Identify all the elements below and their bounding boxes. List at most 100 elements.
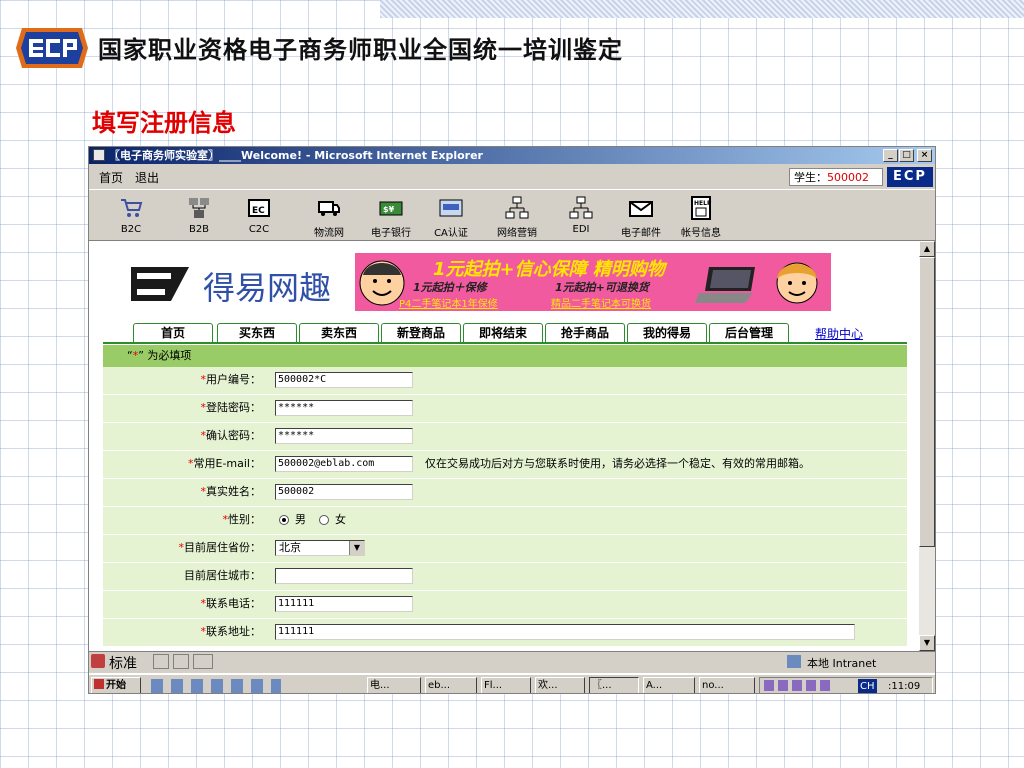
taskbar-item-3[interactable]: Fl...: [481, 677, 531, 693]
keyboard-icon[interactable]: [193, 654, 213, 669]
certificate-icon: [439, 199, 463, 217]
nav-tab-hot[interactable]: 抢手商品: [545, 323, 625, 342]
mail-icon: [629, 201, 653, 217]
toolbar-label: C2C: [248, 224, 270, 235]
status-bar: 标准 本地 Intranet: [89, 651, 935, 672]
system-tray: CH :11:09: [759, 677, 933, 693]
row-email: *常用E-mail： 500002@eblab.com 仅在交易成功后对方与您联…: [103, 451, 907, 479]
banner-link-1[interactable]: P4二手笔记本1年保修: [399, 295, 498, 310]
toolbar-label: B2B: [188, 224, 210, 235]
nav-tab-admin[interactable]: 后台管理: [709, 323, 789, 342]
toolbar-b2b[interactable]: B2B: [171, 194, 227, 238]
lang-indicator[interactable]: CH: [858, 679, 877, 693]
nav-divider: [103, 342, 907, 344]
site-logo[interactable]: 得易网趣: [131, 261, 331, 307]
taskbar-item-2[interactable]: eb...: [425, 677, 477, 693]
address-field[interactable]: 111111: [275, 624, 855, 640]
nav-tab-new[interactable]: 新登商品: [381, 323, 461, 342]
close-button[interactable]: ×: [917, 149, 932, 162]
vertical-scrollbar[interactable]: ▲ ▼: [919, 241, 935, 651]
clock: :11:09: [888, 681, 921, 692]
label-gender: *性别：: [103, 507, 267, 534]
user-id-field[interactable]: 500002*C: [275, 372, 413, 388]
ime-mode[interactable]: 标准: [109, 653, 137, 673]
city-field[interactable]: [275, 568, 413, 584]
toolbar-c2c[interactable]: EC C2C: [231, 194, 287, 238]
password-field[interactable]: ******: [275, 400, 413, 416]
punctuation-icon[interactable]: [173, 654, 189, 669]
taskbar-item-5[interactable]: 〖...: [589, 677, 639, 693]
toolbar-ca[interactable]: CA认证: [423, 194, 479, 239]
nav-tab-buy[interactable]: 买东西: [217, 323, 297, 342]
email-field[interactable]: 500002@eblab.com: [275, 456, 413, 472]
chevron-down-icon[interactable]: ▼: [349, 541, 364, 555]
label-text: 登陆密码：: [206, 401, 261, 414]
email-note: 仅在交易成功后对方与您联系时使用，请务必选择一个稳定、有效的常用邮箱。: [425, 457, 810, 470]
toolbar-email[interactable]: 电子邮件: [613, 194, 669, 239]
phone-field[interactable]: 111111: [275, 596, 413, 612]
nav-tab-sell[interactable]: 卖东西: [299, 323, 379, 342]
toolbar-b2c[interactable]: B2C: [103, 194, 159, 238]
banner-link-2[interactable]: 精品二手笔记本可换货: [551, 295, 651, 310]
province-select[interactable]: 北京 ▼: [275, 540, 365, 556]
label-province: *目前居住省份：: [103, 535, 267, 562]
row-province: *目前居住省份： 北京 ▼: [103, 535, 907, 563]
menu-home[interactable]: 首页: [99, 169, 123, 186]
moon-icon[interactable]: [153, 654, 169, 669]
windows-taskbar: 开始 电... eb... Fl... 欢... 〖... A... no...…: [89, 673, 935, 693]
label-text: 联系电话：: [206, 597, 261, 610]
toolbar-ebank[interactable]: $¥ 电子银行: [363, 194, 419, 239]
tray-icons[interactable]: [764, 680, 834, 691]
required-note-bar: “*” 为必填项: [103, 345, 907, 367]
required-note-suffix: ” 为必填项: [138, 349, 192, 362]
minimize-button[interactable]: _: [883, 149, 898, 162]
label-confirm-password: *确认密码：: [103, 423, 267, 450]
intranet-icon: [787, 655, 801, 668]
toolbar-marketing[interactable]: 网络营销: [489, 194, 545, 239]
gender-male-radio[interactable]: [279, 515, 289, 525]
maximize-button[interactable]: □: [899, 149, 914, 162]
taskbar-item-1[interactable]: 电...: [367, 677, 421, 693]
gender-female-radio[interactable]: [319, 515, 329, 525]
scroll-thumb[interactable]: [919, 257, 935, 547]
row-confirm-password: *确认密码： ******: [103, 423, 907, 451]
row-city: 目前居住城市：: [103, 563, 907, 591]
label-phone: *联系电话：: [103, 591, 267, 618]
label-text: 联系地址：: [206, 625, 261, 638]
row-address: *联系地址： 111111: [103, 619, 907, 647]
ecp-logo: [16, 28, 88, 68]
svg-text:EC: EC: [252, 206, 265, 216]
svg-text:$¥: $¥: [383, 205, 395, 214]
cartoon-girl-icon: [776, 262, 818, 304]
help-center-link[interactable]: 帮助中心: [815, 325, 863, 342]
nav-tab-home[interactable]: 首页: [133, 323, 213, 342]
toolbar-edi[interactable]: EDI: [553, 194, 609, 238]
taskbar-item-7[interactable]: no...: [699, 677, 755, 693]
real-name-field[interactable]: 500002: [275, 484, 413, 500]
label-text: 常用E-mail：: [193, 457, 262, 470]
registration-form: *用户编号： 500002*C *登陆密码： ****** *确认密码： ***…: [103, 367, 907, 647]
menu-logout[interactable]: 退出: [135, 169, 159, 186]
hierarchy-icon: [505, 196, 529, 219]
label-real-name: *真实姓名：: [103, 479, 267, 506]
toolbar-label: EDI: [572, 224, 590, 235]
gender-male-label: 男: [295, 513, 306, 526]
ecp-badge: ECP: [887, 167, 933, 187]
nav-tab-mine[interactable]: 我的得易: [627, 323, 707, 342]
module-toolbar: B2C B2B EC C2C 物流网 $¥ 电子银行 CA认证 网络营销 EDI…: [89, 189, 935, 241]
quick-launch-icons[interactable]: [151, 679, 281, 693]
scroll-up-icon[interactable]: ▲: [919, 241, 935, 257]
toolbar-logistics[interactable]: 物流网: [301, 194, 357, 239]
label-text: 目前居住省份：: [184, 541, 261, 554]
taskbar-item-6[interactable]: A...: [643, 677, 695, 693]
scroll-down-icon[interactable]: ▼: [919, 635, 935, 651]
taskbar-item-4[interactable]: 欢...: [535, 677, 585, 693]
promo-banner[interactable]: 1元起拍+信心保障 精明购物 1元起拍＋保修 1元起拍+可退换货 P4二手笔记本…: [355, 253, 831, 311]
start-button[interactable]: 开始: [91, 677, 141, 693]
laptop-icon: [695, 267, 755, 303]
nav-tab-ending[interactable]: 即将结束: [463, 323, 543, 342]
site-logo-text: 得易网趣: [203, 269, 332, 307]
confirm-password-field[interactable]: ******: [275, 428, 413, 444]
row-real-name: *真实姓名： 500002: [103, 479, 907, 507]
toolbar-account[interactable]: HELP 帐号信息: [673, 194, 729, 239]
